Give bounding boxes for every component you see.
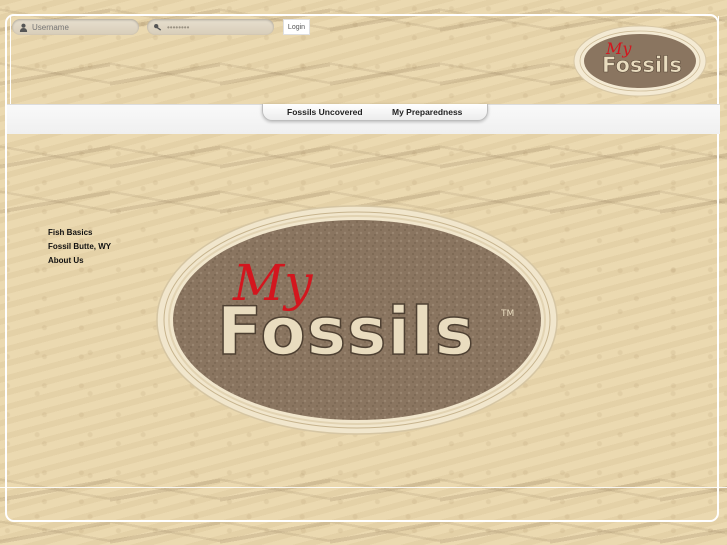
main-logo: My Fossils TM [156, 205, 558, 435]
user-icon [18, 22, 28, 32]
sidebar-item-about-us[interactable]: About Us [48, 256, 111, 266]
sidebar-item-fossil-butte[interactable]: Fossil Butte, WY [48, 242, 111, 252]
fossil-texture-band [0, 520, 727, 545]
site-logo[interactable]: My Fossils [572, 24, 708, 98]
username-input[interactable] [32, 22, 132, 32]
login-button[interactable]: Login [283, 19, 310, 35]
password-field[interactable] [147, 19, 274, 35]
sidebar-item-fish-basics[interactable]: Fish Basics [48, 228, 111, 238]
password-input[interactable] [167, 22, 267, 32]
key-icon [153, 22, 163, 32]
nav-my-preparedness[interactable]: My Preparedness [392, 107, 462, 117]
nav-fossils-uncovered[interactable]: Fossils Uncovered [287, 107, 363, 117]
logo-trademark: TM [500, 309, 514, 319]
username-field[interactable] [12, 19, 139, 35]
footer-divider [0, 487, 727, 488]
logo-main-text: Fossils [602, 53, 682, 77]
logo-main-text: Fossils [217, 293, 475, 370]
sidebar-menu: Fish Basics Fossil Butte, WY About Us [48, 228, 111, 266]
